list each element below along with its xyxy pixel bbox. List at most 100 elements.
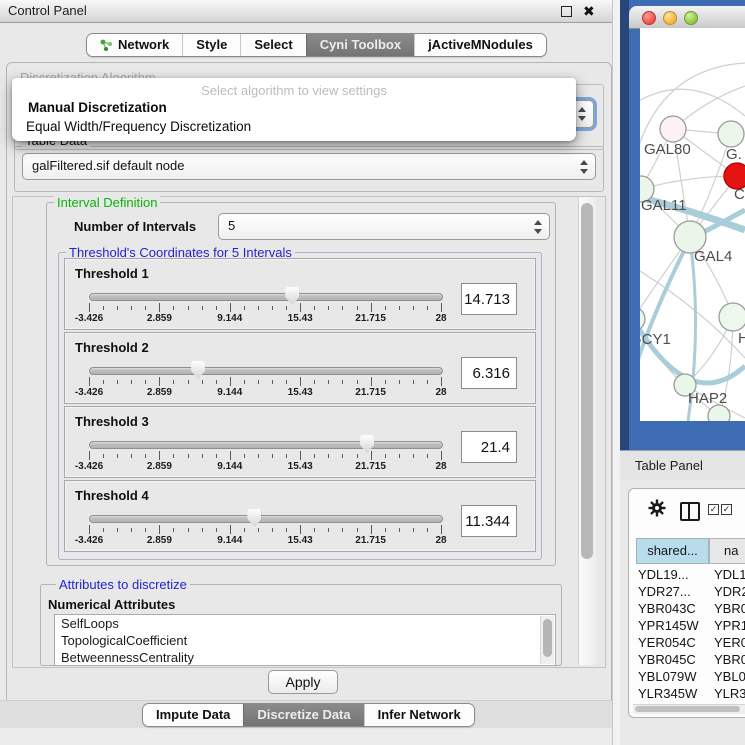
slider-track[interactable] [89,441,443,449]
node-gal80[interactable] [660,116,686,142]
table-body[interactable]: YDL19...YDL1 YDR27...YDR2 YBR043CYBR0 YP… [636,566,745,704]
tab-cyni-toolbox[interactable]: Cyni Toolbox [306,34,414,56]
threshold-1-slider[interactable]: -3.426 2.859 9.144 15.43 21.715 28 [89,285,441,327]
threshold-3-value-field[interactable]: 21.4 [461,431,517,463]
close-panel-icon[interactable]: ✖ [583,1,595,21]
scale-label: 28 [435,461,446,472]
tab-style[interactable]: Style [182,34,240,56]
slider-ticks [89,525,441,534]
apply-button[interactable]: Apply [268,670,338,694]
table-panel-titlebar: Table Panel [620,450,745,481]
threshold-4-panel: Threshold 4 -3.426 2.859 9.144 15.43 21.… [64,480,536,552]
table-row[interactable]: YBR045CYBR0 [636,651,745,668]
slider-ticks [89,377,441,386]
column-header-name[interactable]: na [709,538,745,564]
dropdown-option-manual[interactable]: Manual Discretization [12,98,576,117]
cell-name: YDL1 [710,566,745,583]
minimize-window-button[interactable] [663,11,677,25]
cell-shared-name: YBR045C [636,651,710,668]
algorithm-dropdown-popup: Select algorithm to view settings Manual… [12,78,576,141]
threshold-4-slider[interactable]: -3.426 2.859 9.144 15.43 21.715 28 [89,507,441,549]
tab-label: Impute Data [156,704,230,726]
numerical-attributes-label: Numerical Attributes [48,597,175,612]
cell-shared-name: YLR345W [636,685,710,702]
scrollbar-thumb[interactable] [635,706,740,712]
node-bottom-partial[interactable] [708,405,730,421]
list-item[interactable]: TopologicalCoefficient [55,632,555,649]
threshold-2-value-field[interactable]: 6.316 [461,357,517,389]
number-of-intervals-label: Number of Intervals [74,219,196,234]
cell-shared-name: YDL19... [636,566,710,583]
table-settings-gear-icon[interactable] [648,499,666,522]
slider-scale-labels: -3.426 2.859 9.144 15.43 21.715 28 [89,313,441,325]
network-view-canvas[interactable]: GAL80 G. GAL11 C GAL4 GCY1 H HAP2 [640,28,745,421]
tab-infer-network[interactable]: Infer Network [364,704,474,726]
cell-name: YDR2 [710,583,745,600]
tab-impute-data[interactable]: Impute Data [143,704,243,726]
node-right[interactable] [719,303,745,331]
scale-label: -3.426 [75,313,103,324]
float-panel-icon[interactable] [561,6,572,17]
tab-label: Infer Network [378,704,461,726]
slider-track[interactable] [89,515,443,523]
checkbox-icon[interactable]: ✓ [708,504,719,515]
close-window-button[interactable] [642,11,656,25]
threshold-4-value-field[interactable]: 11.344 [461,505,517,537]
list-vertical-scrollbar[interactable] [540,616,554,664]
cell-shared-name: YER054C [636,634,710,651]
table-row[interactable]: YLR345WYLR3 [636,685,745,702]
table-row[interactable]: YDL19...YDL1 [636,566,745,583]
table-row[interactable]: YBR043CYBR0 [636,600,745,617]
tab-label: Discretize Data [257,704,350,726]
cell-shared-name: YPR145W [636,617,710,634]
table-data-combobox[interactable]: galFiltered.sif default node [22,153,596,180]
control-panel-title: Control Panel [8,0,87,22]
slider-track[interactable] [89,367,443,375]
settings-vertical-scrollbar[interactable] [578,197,596,665]
threshold-2-slider[interactable]: -3.426 2.859 9.144 15.43 21.715 28 [89,359,441,401]
scale-label: -3.426 [75,461,103,472]
threshold-3-slider[interactable]: -3.426 2.859 9.144 15.43 21.715 28 [89,433,441,475]
list-item[interactable]: BetweennessCentrality [55,649,555,666]
numerical-attributes-list[interactable]: SelfLoops TopologicalCoefficient Between… [54,614,556,666]
threshold-3-panel: Threshold 3 -3.426 2.859 9.144 15.43 21.… [64,406,536,478]
table-row[interactable]: YPR145WYPR1 [636,617,745,634]
scale-label: -3.426 [75,535,103,546]
network-graph: GAL80 G. GAL11 C GAL4 GCY1 H HAP2 [640,28,745,421]
node-label-partial-g: G. [726,146,742,163]
tab-jactivemnodules[interactable]: jActiveMNodules [414,34,546,56]
tab-label: Select [254,34,292,56]
zoom-window-button[interactable] [684,11,698,25]
table-row[interactable]: YBL079WYBL0 [636,668,745,685]
network-window-titlebar[interactable] [629,6,745,29]
table-row[interactable]: YER054CYER0 [636,634,745,651]
scale-label: 2.859 [147,461,172,472]
bottom-strip-light [0,728,618,745]
node-label-partial-c: C [734,186,745,203]
show-columns-icon[interactable] [680,502,700,521]
scrollbar-thumb[interactable] [543,619,552,657]
column-header-shared-name[interactable]: shared... [636,538,709,564]
tab-network[interactable]: Network [87,34,182,56]
tab-select[interactable]: Select [240,34,305,56]
tab-discretize-data[interactable]: Discretize Data [243,704,363,726]
dropdown-option-equal-width[interactable]: Equal Width/Frequency Discretization [12,117,576,136]
checkbox-icon[interactable]: ✓ [721,504,732,515]
scale-label: 15.43 [288,535,313,546]
combo-arrows-icon [533,220,542,234]
number-of-intervals-value: 5 [228,214,235,238]
tab-label: Network [118,34,169,56]
node-label-partial-h: H [738,330,745,347]
cell-name: YER0 [710,634,745,651]
node-top-right[interactable] [718,121,744,147]
node-gcy1[interactable] [640,307,645,331]
table-horizontal-scrollbar[interactable] [633,704,745,714]
slider-track[interactable] [89,293,443,301]
threshold-2-panel: Threshold 2 -3.426 2.859 9.144 15.43 21.… [64,332,536,404]
table-row[interactable]: YDR27...YDR2 [636,583,745,600]
threshold-1-value-field[interactable]: 14.713 [461,283,517,315]
scrollbar-thumb[interactable] [581,203,593,559]
number-of-intervals-combobox[interactable]: 5 [218,213,550,240]
application-window: Control Panel ✖ Network Style Select Cyn… [0,0,745,745]
list-item[interactable]: SelfLoops [55,615,555,632]
